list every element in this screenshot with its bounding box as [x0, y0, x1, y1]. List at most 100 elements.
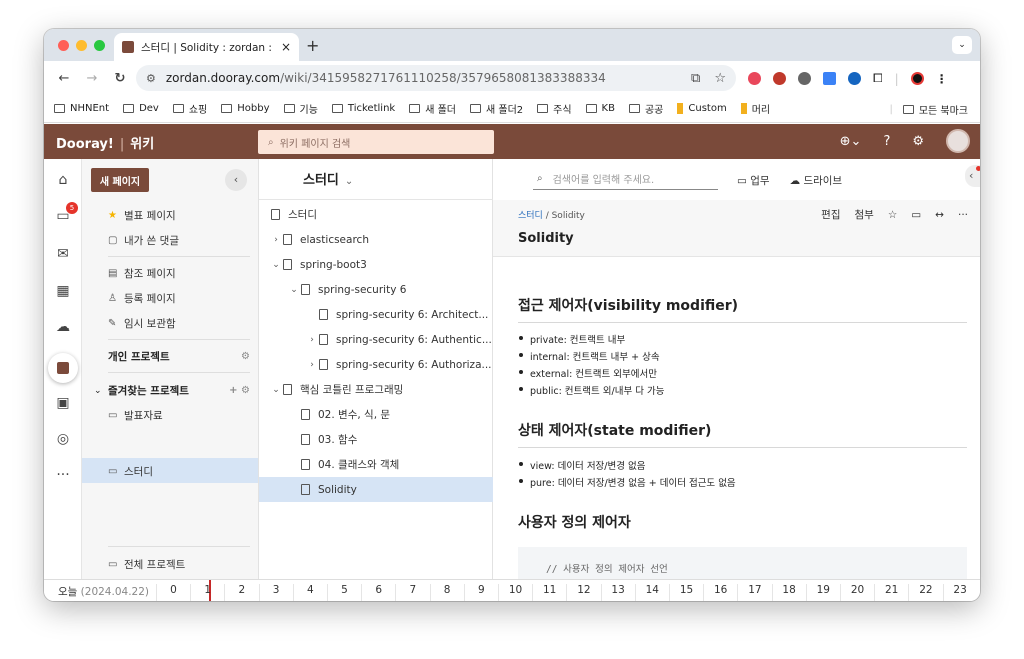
tree-item[interactable]: Solidity: [259, 477, 493, 502]
edit-button[interactable]: 편집: [821, 207, 840, 222]
tree-item[interactable]: 02. 변수, 식, 문: [259, 402, 493, 427]
more-apps-icon[interactable]: ···: [53, 467, 73, 487]
install-app-icon[interactable]: ⧉: [691, 71, 700, 86]
forward-icon[interactable]: →: [78, 71, 106, 86]
extension-icon[interactable]: [798, 72, 811, 85]
add-settings-icons[interactable]: + ⚙: [229, 385, 250, 396]
reload-icon[interactable]: ↻: [106, 71, 134, 86]
bookmark-item[interactable]: 주식: [537, 101, 572, 116]
zoom-window-button[interactable]: [94, 40, 105, 51]
tasks-link[interactable]: ▭ 업무: [737, 173, 770, 188]
minimize-window-button[interactable]: [76, 40, 87, 51]
layout-icon[interactable]: ▭: [911, 209, 921, 221]
chevron-down-icon[interactable]: ⌄: [269, 260, 283, 270]
attach-button[interactable]: 첨부: [855, 207, 874, 222]
registered-pages-item[interactable]: ♙ 등록 페이지: [108, 291, 176, 306]
wiki-search-input[interactable]: ⌕ 위키 페이지 검색: [258, 130, 494, 154]
chevron-right-icon[interactable]: ›: [269, 235, 283, 245]
profile-avatar[interactable]: [910, 72, 924, 85]
bookmark-item[interactable]: 머리: [740, 101, 770, 116]
messenger-icon[interactable]: ◎: [53, 431, 73, 451]
bookmark-star-icon[interactable]: ☆: [714, 71, 726, 86]
breadcrumb-parent-link[interactable]: 스터디: [518, 211, 543, 221]
translate-extension-icon[interactable]: [823, 72, 836, 85]
ublock-extension-icon[interactable]: [773, 72, 786, 85]
tree-item[interactable]: ⌄ spring-security 6: [259, 277, 493, 302]
bookmark-item[interactable]: Ticketlink: [331, 103, 395, 114]
bookmark-item[interactable]: KB: [585, 103, 615, 114]
user-avatar[interactable]: [946, 129, 970, 153]
info-extension-icon[interactable]: [848, 72, 861, 85]
referenced-pages-item[interactable]: ▤ 참조 페이지: [108, 266, 176, 281]
tab-search-button[interactable]: ⌄: [952, 36, 972, 54]
bookmark-item[interactable]: 공공: [628, 101, 663, 116]
drive-cloud-icon[interactable]: ☁: [53, 319, 73, 339]
pocket-extension-icon[interactable]: [748, 72, 761, 85]
drive-link[interactable]: ☁ 드라이브: [790, 173, 842, 188]
star-icon[interactable]: ☆: [888, 209, 897, 221]
content-search-input[interactable]: ⌕ 검색어를 입력해 주세요.: [533, 168, 718, 190]
settings-gear-icon[interactable]: ⚙: [241, 351, 250, 362]
mail-icon[interactable]: ✉: [53, 246, 73, 266]
browser-menu-icon[interactable]: ⋮: [936, 72, 948, 86]
favorite-project-item-active[interactable]: ▭ 스터디: [108, 464, 153, 479]
chevron-down-icon[interactable]: ⌄: [345, 176, 353, 187]
my-comments-item[interactable]: ▢ 내가 쓴 댓글: [108, 233, 179, 248]
bookmark-item[interactable]: Custom: [677, 103, 727, 114]
settings-gear-icon[interactable]: ⚙: [912, 134, 924, 149]
address-bar[interactable]: ⚙ zordan.dooray.com/wiki/341595827176111…: [136, 65, 736, 91]
all-projects-item[interactable]: ▭ 전체 프로젝트: [108, 557, 185, 572]
bookmark-item[interactable]: 기능: [283, 101, 318, 116]
tab-close-icon[interactable]: ×: [281, 40, 291, 54]
bookmark-item[interactable]: 쇼핑: [172, 101, 207, 116]
tree-item[interactable]: ⌄ spring-boot3: [259, 252, 493, 277]
today-label[interactable]: 오늘 (2024.04.22): [58, 584, 149, 599]
bookmark-item[interactable]: Dev: [123, 103, 159, 114]
help-icon[interactable]: ?: [883, 134, 890, 149]
zoom-icon[interactable]: ⊕⌄: [840, 134, 862, 149]
tree-item[interactable]: 스터디: [259, 202, 493, 227]
timeline-bar: 오늘 (2024.04.22) 0 1 2 3 4 5 6 7 8 9 10 11 12 13 14 15 16…: [44, 579, 980, 601]
tree-item[interactable]: › spring-security 6: Authoriza...: [259, 352, 493, 377]
bookmark-item[interactable]: 새 폴더2: [469, 101, 523, 116]
new-page-button[interactable]: 새 페이지: [91, 168, 149, 192]
close-window-button[interactable]: [58, 40, 69, 51]
expand-width-icon[interactable]: ↔: [935, 209, 944, 221]
tree-item[interactable]: ⌄ 핵심 코틀린 프로그래밍: [259, 377, 493, 402]
back-icon[interactable]: ←: [50, 71, 78, 86]
project-folder-icon: ▭: [108, 466, 118, 477]
browser-tab[interactable]: 스터디 | Solidity : zordan : Doo ×: [114, 33, 299, 61]
all-bookmarks[interactable]: | 모든 북마크: [889, 102, 968, 117]
chevron-down-icon[interactable]: ⌄: [287, 285, 301, 295]
more-options-icon[interactable]: ···: [958, 209, 968, 221]
contacts-icon[interactable]: ▣: [53, 395, 73, 415]
tree-item[interactable]: 04. 클래스와 객체: [259, 452, 493, 477]
chevron-right-icon[interactable]: ›: [305, 360, 319, 370]
new-tab-button[interactable]: +: [306, 36, 319, 55]
site-settings-icon[interactable]: ⚙: [146, 72, 156, 85]
collapse-sidebar-button[interactable]: ‹: [225, 169, 247, 191]
app-brand[interactable]: Dooray! | 위키: [56, 133, 154, 152]
starred-pages-item[interactable]: ★ 별표 페이지: [108, 208, 176, 223]
section-heading: 사용자 정의 제어자: [518, 515, 631, 531]
chevron-down-icon[interactable]: ⌄: [269, 385, 283, 395]
project-title[interactable]: 스터디 ⌄: [303, 169, 353, 188]
url-text[interactable]: zordan.dooray.com/wiki/34159582717611102…: [166, 71, 606, 85]
favorite-project-item[interactable]: ▭ 발표자료: [108, 408, 163, 423]
puzzle-icon[interactable]: ⧠: [873, 71, 883, 86]
tree-item[interactable]: › spring-security 6: Authentic...: [259, 327, 493, 352]
bookmark-item[interactable]: NHNEnt: [54, 103, 109, 114]
side-panel-toggle[interactable]: ‹: [965, 165, 980, 187]
drafts-item[interactable]: ✎ 임시 보관함: [108, 316, 176, 331]
chevron-right-icon[interactable]: ›: [305, 335, 319, 345]
tree-item[interactable]: › elasticsearch: [259, 227, 493, 252]
bookmark-item[interactable]: 새 폴더: [409, 101, 456, 116]
tree-item[interactable]: 03. 함수: [259, 427, 493, 452]
favorites-header[interactable]: ⌄ 즐겨찾는 프로젝트 + ⚙: [94, 383, 250, 398]
wiki-app-icon[interactable]: [48, 353, 78, 383]
tree-item[interactable]: spring-security 6: Architect...: [259, 302, 493, 327]
bookmark-item[interactable]: Hobby: [221, 103, 270, 114]
calendar-icon[interactable]: ▦: [53, 283, 73, 303]
home-icon[interactable]: ⌂: [53, 172, 73, 192]
personal-project-item[interactable]: 개인 프로젝트 ⚙: [108, 349, 250, 364]
